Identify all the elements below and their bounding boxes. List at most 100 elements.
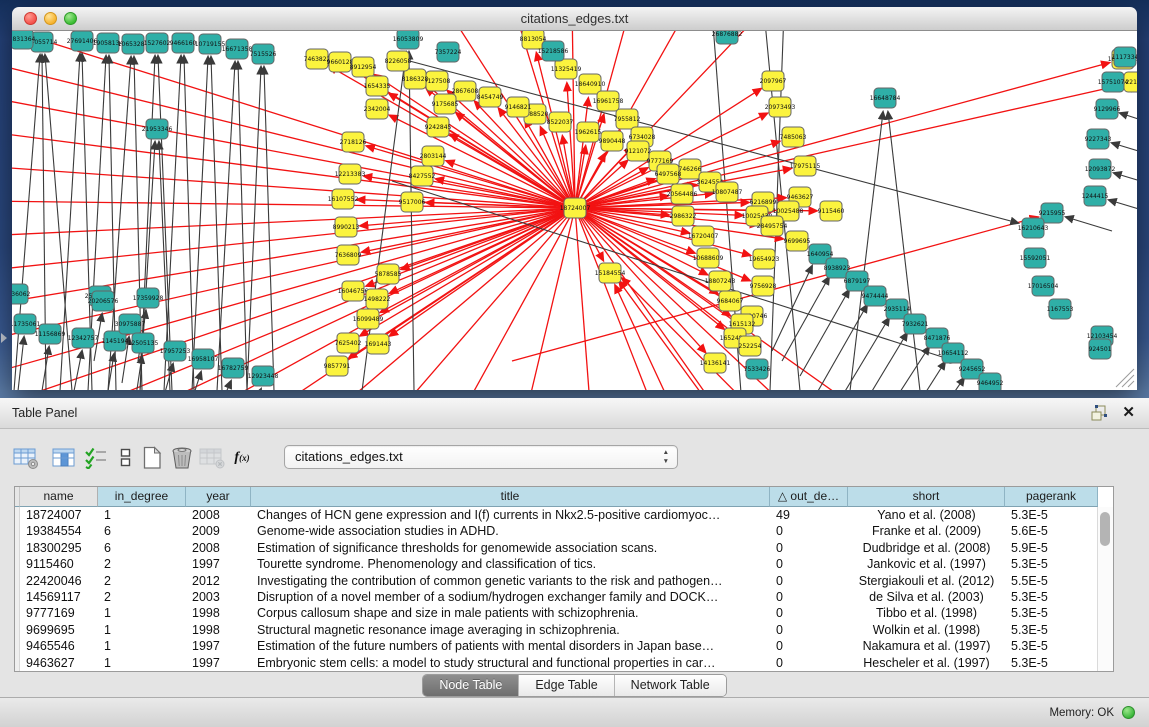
table-cell[interactable]: 0 [770,638,848,654]
table-cell[interactable]: 14569117 [20,589,98,605]
table-cell[interactable]: 9463627 [20,655,98,671]
table-row[interactable]: 1872400712008Changes of HCN gene express… [15,507,1113,523]
table-cell[interactable]: 2 [98,573,186,589]
table-cell[interactable]: Investigating the contribution of common… [251,573,770,589]
table-cell[interactable]: 5.3E-5 [1005,655,1098,671]
column-header-pagerank[interactable]: pagerank [1005,487,1098,507]
import-table-icon[interactable] [198,444,226,472]
zoom-window-button[interactable] [64,12,77,25]
table-row[interactable]: 946362711997Embryonic stem cells: a mode… [15,655,1113,671]
table-cell[interactable]: 6 [98,523,186,539]
table-cell[interactable]: de Silva et al. (2003) [848,589,1005,605]
column-header-year[interactable]: year [186,487,251,507]
table-cell[interactable]: Structural magnetic resonance image aver… [251,622,770,638]
table-cell[interactable]: 1 [98,655,186,671]
table-cell[interactable]: 5.3E-5 [1005,556,1098,572]
table-cell[interactable]: Stergiakouli et al. (2012) [848,573,1005,589]
table-row[interactable]: 946554611997Estimation of the future num… [15,638,1113,654]
table-cell[interactable]: Tourette syndrome. Phenomenology and cla… [251,556,770,572]
tab-edge-table[interactable]: Edge Table [518,675,613,696]
scrollbar-thumb[interactable] [1100,512,1110,546]
table-cell[interactable]: 1997 [186,556,251,572]
table-select-dropdown[interactable]: citations_edges.txt ▲▼ [284,445,678,469]
table-cell[interactable]: Franke et al. (2009) [848,523,1005,539]
column-header-name[interactable]: name [20,487,98,507]
table-cell[interactable]: 2008 [186,540,251,556]
column-header-short[interactable]: short [848,487,1005,507]
table-scrollbar[interactable] [1097,507,1113,671]
table-cell[interactable]: Disruption of a novel member of a sodium… [251,589,770,605]
minimize-window-button[interactable] [44,12,57,25]
table-row[interactable]: 1938455462009Genome-wide association stu… [15,523,1113,539]
table-cell[interactable]: 2 [98,556,186,572]
table-cell[interactable]: 9465546 [20,638,98,654]
table-cell[interactable]: Changes of HCN gene expression and I(f) … [251,507,770,523]
row-height-icon[interactable] [112,444,140,472]
table-cell[interactable]: Wolkin et al. (1998) [848,622,1005,638]
new-table-icon[interactable] [138,444,166,472]
network-window-titlebar[interactable]: citations_edges.txt [12,7,1137,31]
table-row[interactable]: 1830029562008Estimation of significance … [15,540,1113,556]
table-cell[interactable]: 1 [98,638,186,654]
table-cell[interactable]: 19384554 [20,523,98,539]
panel-collapse-arrow-icon[interactable] [1,333,7,343]
table-cell[interactable]: 2012 [186,573,251,589]
function-builder-icon[interactable]: f(x) [228,444,256,472]
column-header-indegree[interactable]: in_degree [98,487,186,507]
table-cell[interactable]: 0 [770,556,848,572]
tab-network-table[interactable]: Network Table [614,675,726,696]
table-cell[interactable]: 5.6E-5 [1005,523,1098,539]
table-cell[interactable]: Corpus callosum shape and size in male p… [251,605,770,621]
table-cell[interactable]: Dudbridge et al. (2008) [848,540,1005,556]
table-cell[interactable]: 5.3E-5 [1005,605,1098,621]
table-cell[interactable]: 2008 [186,507,251,523]
close-window-button[interactable] [24,12,37,25]
table-cell[interactable]: 2 [98,589,186,605]
table-cell[interactable]: 22420046 [20,573,98,589]
table-cell[interactable]: 5.3E-5 [1005,507,1098,523]
float-panel-icon[interactable] [1091,405,1109,421]
network-view[interactable]: 1872400788130541132541918640910169617587… [12,31,1137,390]
table-settings-icon[interactable] [12,444,40,472]
close-panel-icon[interactable]: ✕ [1122,403,1135,423]
table-row[interactable]: 911546021997Tourette syndrome. Phenomeno… [15,556,1113,572]
table-cell[interactable]: 5.5E-5 [1005,573,1098,589]
table-cell[interactable]: 2003 [186,589,251,605]
memory-status-icon[interactable] [1122,706,1135,719]
table-cell[interactable]: 5.3E-5 [1005,638,1098,654]
table-cell[interactable]: Hescheler et al. (1997) [848,655,1005,671]
table-cell[interactable]: Nakamura et al. (1997) [848,638,1005,654]
table-cell[interactable]: 1998 [186,605,251,621]
table-cell[interactable]: 18724007 [20,507,98,523]
show-column-icon[interactable] [50,444,78,472]
table-cell[interactable]: 5.3E-5 [1005,622,1098,638]
table-cell[interactable]: Estimation of the future numbers of pati… [251,638,770,654]
table-row[interactable]: 2242004622012Investigating the contribut… [15,573,1113,589]
table-row[interactable]: 977716911998Corpus callosum shape and si… [15,605,1113,621]
table-cell[interactable]: 0 [770,573,848,589]
table-cell[interactable]: Embryonic stem cells: a model to study s… [251,655,770,671]
table-cell[interactable]: 18300295 [20,540,98,556]
tab-node-table[interactable]: Node Table [423,675,518,696]
table-cell[interactable]: 0 [770,523,848,539]
table-cell[interactable]: 1997 [186,638,251,654]
resize-grip-icon[interactable] [1116,369,1134,387]
table-cell[interactable]: 6 [98,540,186,556]
table-cell[interactable]: 0 [770,605,848,621]
column-header-title[interactable]: title [251,487,770,507]
table-cell[interactable]: 0 [770,540,848,556]
table-cell[interactable]: 5.9E-5 [1005,540,1098,556]
table-cell[interactable]: Genome-wide association studies in ADHD. [251,523,770,539]
table-cell[interactable]: Yano et al. (2008) [848,507,1005,523]
table-cell[interactable]: 49 [770,507,848,523]
network-canvas[interactable]: 1872400788130541132541918640910169617587… [12,31,1137,390]
table-cell[interactable]: Estimation of significance thresholds fo… [251,540,770,556]
table-cell[interactable]: 2009 [186,523,251,539]
table-cell[interactable]: 9699695 [20,622,98,638]
column-header-outde[interactable]: △ out_de… [770,487,848,507]
table-cell[interactable]: 0 [770,622,848,638]
table-row[interactable]: 1456911722003Disruption of a novel membe… [15,589,1113,605]
table-cell[interactable]: 1 [98,507,186,523]
table-row[interactable]: 969969511998Structural magnetic resonanc… [15,622,1113,638]
table-cell[interactable]: 5.3E-5 [1005,589,1098,605]
